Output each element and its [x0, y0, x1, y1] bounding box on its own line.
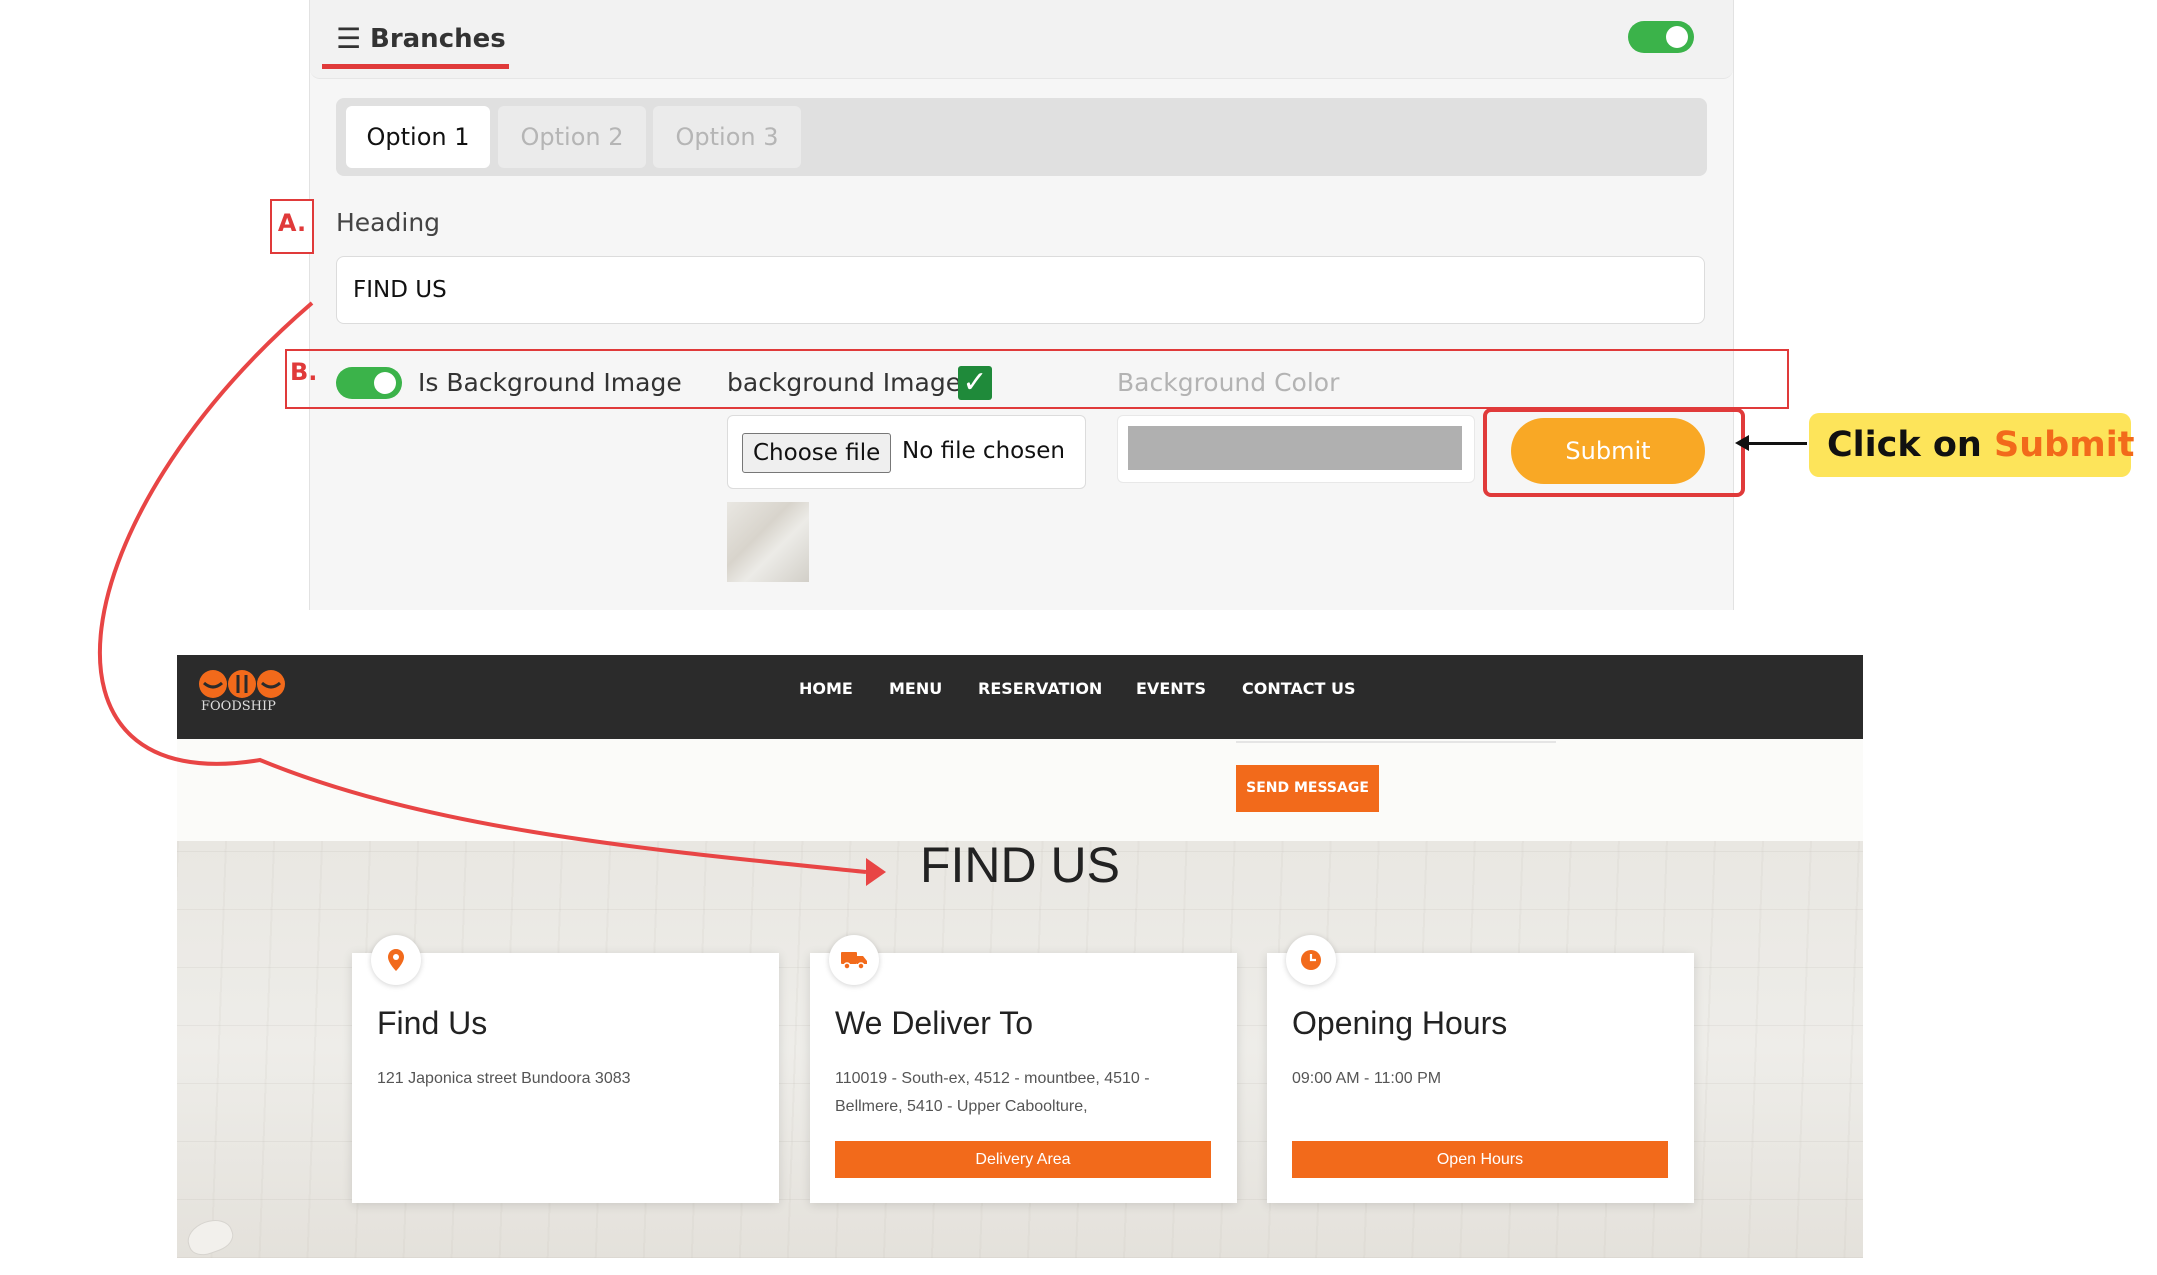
nav-events[interactable]: EVENTS [1136, 679, 1206, 698]
card-text: 121 Japonica street Bundoora 3083 [377, 1070, 631, 1087]
file-input[interactable]: Choose file No file chosen [727, 415, 1086, 489]
logo-text: FOODSHIP [201, 699, 276, 714]
background-image-thumbnail [727, 502, 809, 582]
nav-contact-us[interactable]: CONTACT US [1242, 679, 1356, 698]
section-enable-toggle[interactable] [1628, 21, 1694, 53]
heading-label: Heading [336, 208, 441, 237]
delivery-area-button[interactable]: Delivery Area [835, 1141, 1211, 1178]
tab-option-1[interactable]: Option 1 [346, 106, 490, 168]
section-title: FIND US [920, 837, 1120, 893]
website-preview: FOODSHIP HOME MENU RESERVATION EVENTS CO… [177, 655, 1863, 1260]
tab-option-2[interactable]: Option 2 [498, 106, 646, 168]
nav-home[interactable]: HOME [799, 679, 853, 698]
nav-reservation[interactable]: RESERVATION [978, 679, 1102, 698]
card-title: Find Us [377, 1005, 488, 1041]
callout-prefix: Click on [1827, 425, 1995, 465]
find-us-card: Find Us 121 Japonica street Bundoora 308… [352, 935, 779, 1203]
is-background-image-label: Is Background Image [418, 368, 682, 397]
decorative-shell [182, 1214, 238, 1260]
arrow-left-icon [1735, 435, 1749, 451]
nav-menu[interactable]: MENU [889, 679, 942, 698]
card-title: Opening Hours [1292, 1005, 1508, 1041]
choose-file-button[interactable]: Choose file [742, 433, 892, 473]
callout-arrow-line [1745, 442, 1807, 445]
submit-button[interactable]: Submit [1511, 418, 1705, 484]
admin-panel: ☰ Branches Option 1 Option 2 Option 3 A.… [270, 0, 1789, 610]
option-tabs: Option 1 Option 2 Option 3 [336, 98, 1707, 176]
clock-icon [1286, 935, 1336, 985]
color-swatch[interactable] [1128, 426, 1462, 470]
opening-hours-card: Opening Hours 09:00 AM - 11:00 PM Open H… [1267, 935, 1694, 1203]
background-color-picker[interactable] [1117, 415, 1475, 483]
find-us-section: FIND US Find Us 121 Japonica street Bund… [177, 837, 1863, 1260]
is-background-image-toggle[interactable] [336, 367, 402, 399]
open-hours-button[interactable]: Open Hours [1292, 1141, 1668, 1178]
title-underline-annotation [322, 64, 509, 69]
callout-accent: Submit [1994, 425, 2135, 465]
panel-header: ☰ Branches [310, 0, 1733, 79]
heading-input[interactable]: FIND US [336, 256, 1705, 324]
hamburger-menu-icon[interactable]: ☰ [336, 24, 361, 54]
panel-title: Branches [370, 24, 506, 54]
annotation-marker-b: B. [290, 358, 318, 386]
map-pin-icon [371, 935, 421, 985]
site-navbar: FOODSHIP HOME MENU RESERVATION EVENTS CO… [177, 655, 1863, 739]
card-text: 09:00 AM - 11:00 PM [1292, 1070, 1442, 1087]
card-title: We Deliver To [835, 1005, 1033, 1041]
background-image-label: background Image [727, 368, 962, 397]
we-deliver-to-card: We Deliver To 110019 - South-ex, 4512 - … [810, 935, 1237, 1203]
file-status-text: No file chosen [902, 438, 1065, 464]
truck-icon [829, 935, 879, 985]
instruction-callout: Click on Submit [1809, 413, 2134, 477]
card-text: 110019 - South-ex, 4512 - mountbee, 4510… [835, 1070, 1150, 1115]
tab-option-3[interactable]: Option 3 [653, 106, 801, 168]
background-color-label: Background Color [1117, 368, 1340, 397]
send-message-button[interactable]: SEND MESSAGE [1236, 765, 1379, 812]
callout-text: Click on Submit [1827, 425, 2134, 465]
annotation-marker-a: A. [270, 199, 314, 254]
form-field-underline [1236, 741, 1556, 743]
annotation-marker-a-text: A. [277, 209, 307, 237]
checkmark-icon[interactable]: ✓ [958, 366, 992, 400]
foodship-logo-icon [199, 670, 285, 698]
